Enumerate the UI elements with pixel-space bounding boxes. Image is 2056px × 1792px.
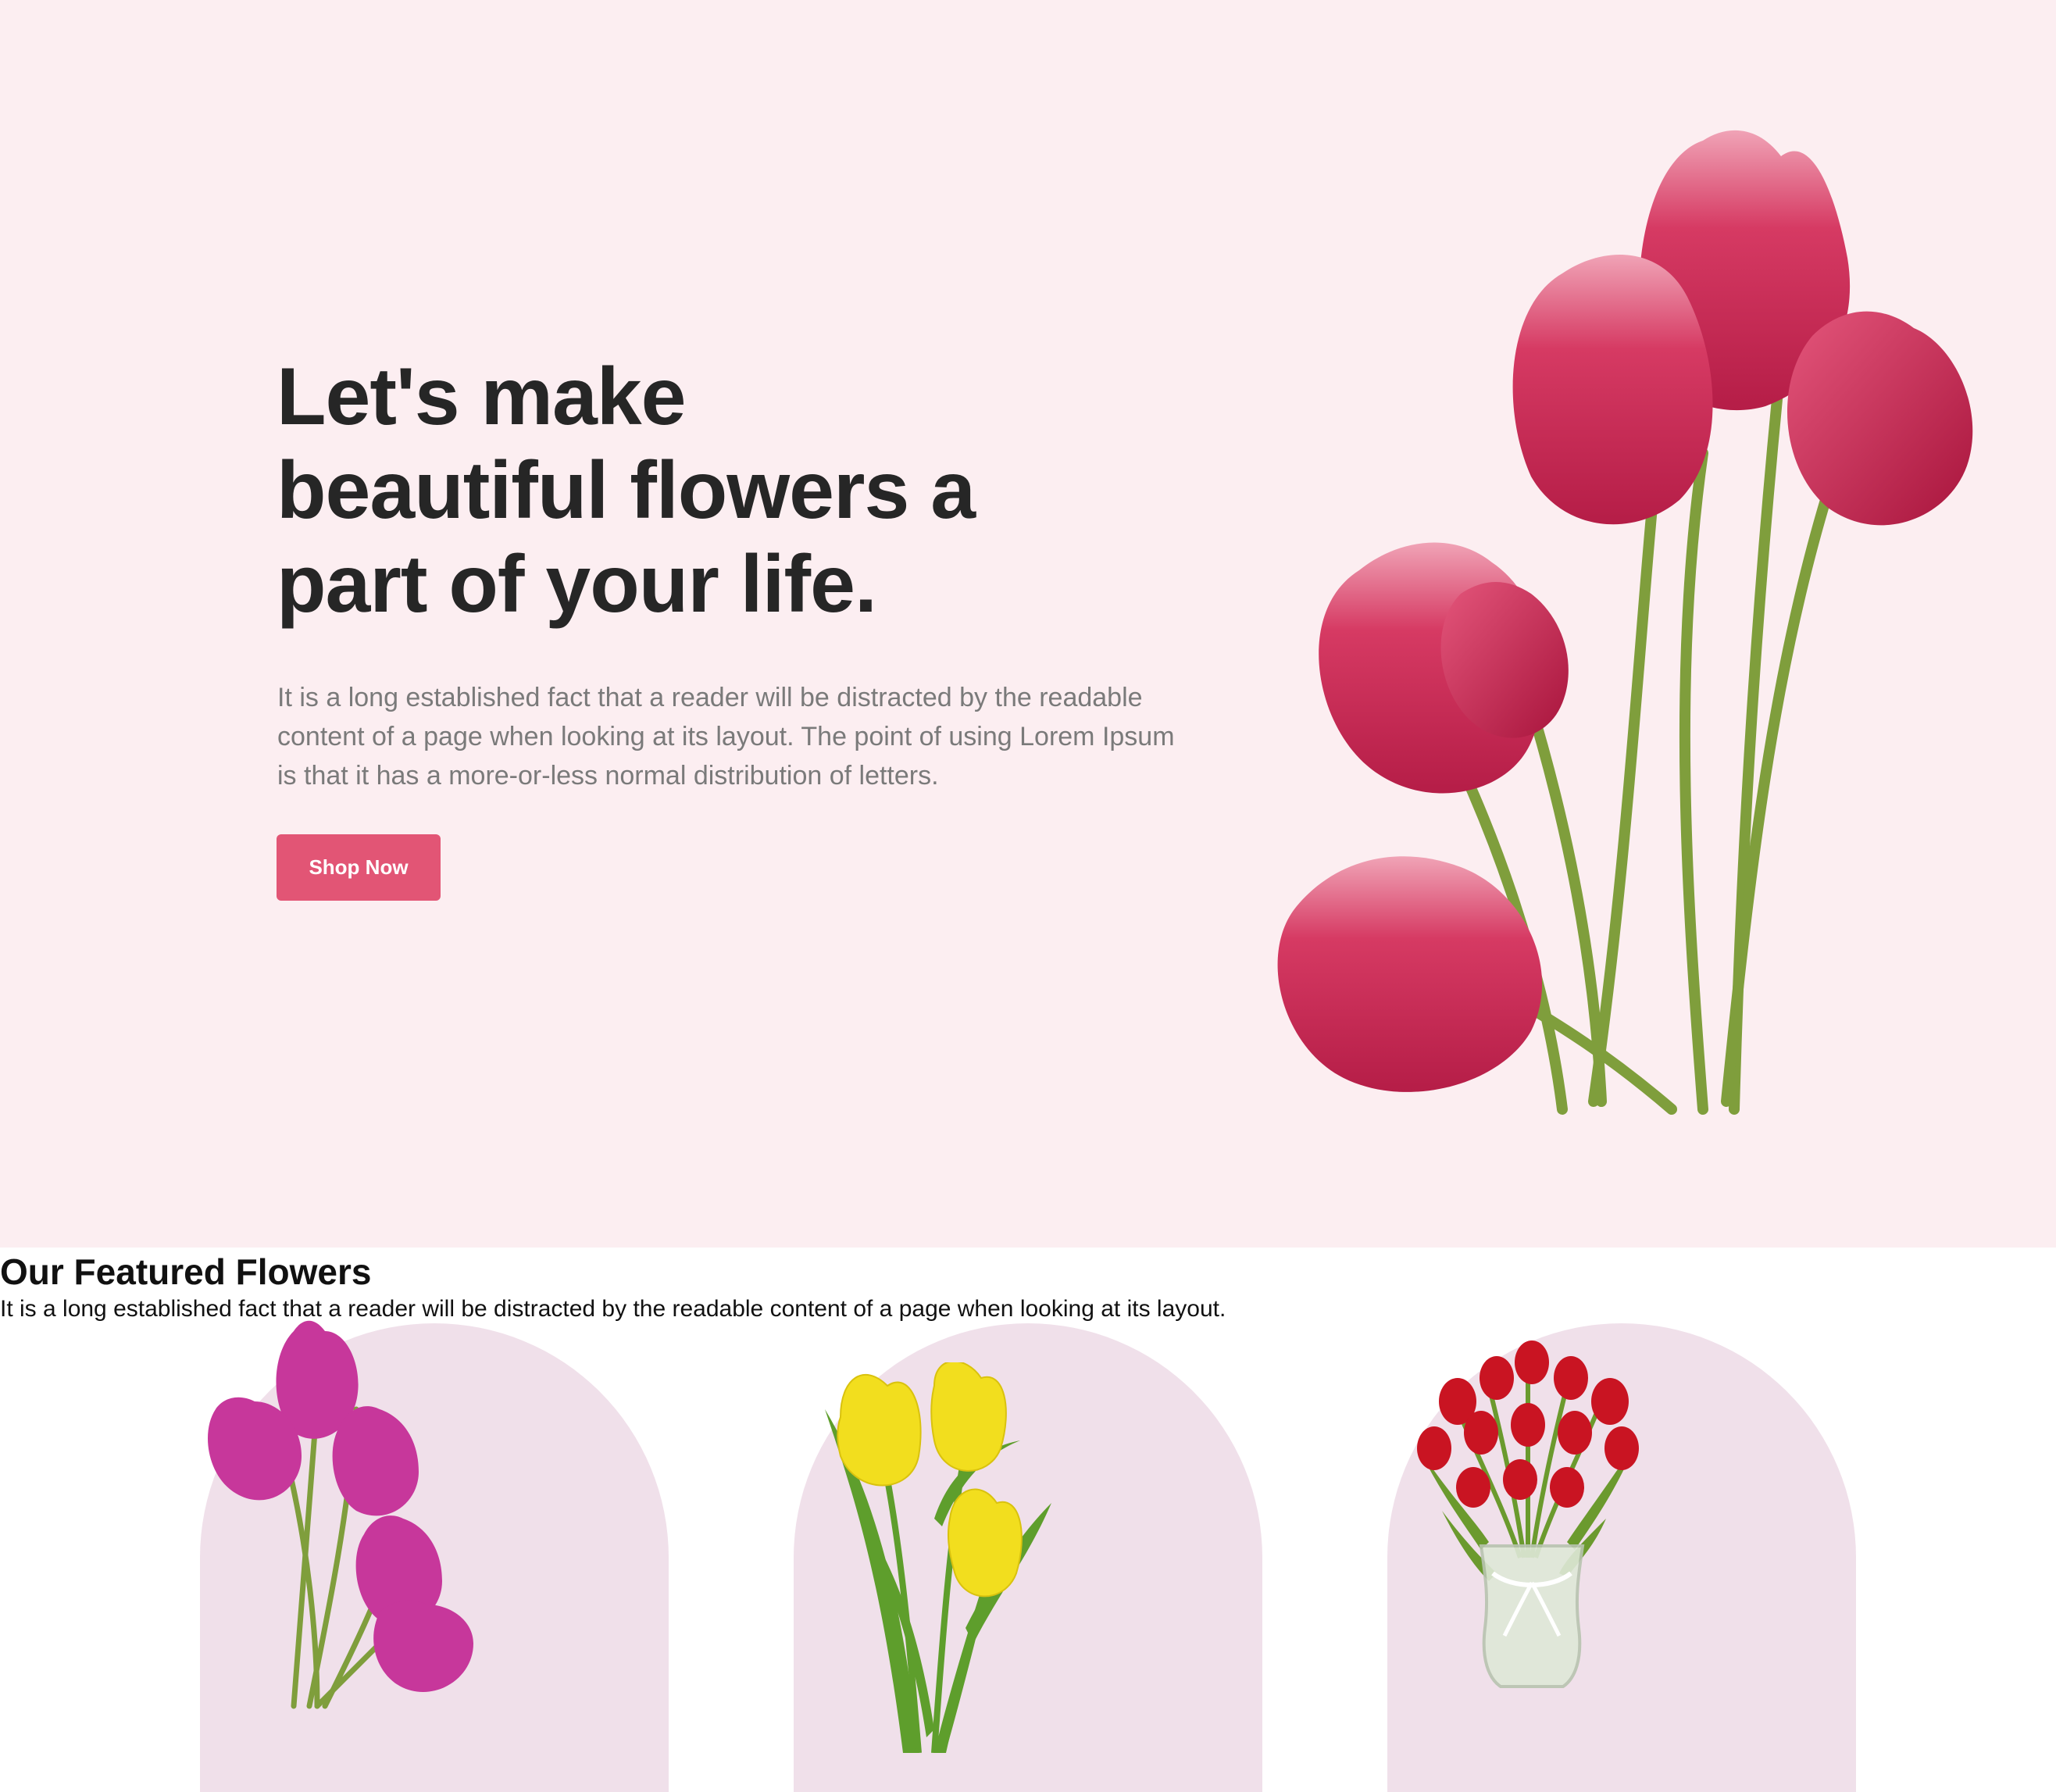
shop-now-button[interactable]: Shop Now bbox=[277, 834, 441, 901]
featured-title: Our Featured Flowers bbox=[0, 1251, 372, 1292]
pink-tulips-bouquet-icon bbox=[208, 1320, 473, 1709]
tulip-bouquet-icon bbox=[1277, 130, 1973, 1115]
featured-card-3[interactable] bbox=[1387, 1323, 1856, 1792]
hero-title: Let's make beautiful flowers a part of y… bbox=[277, 352, 976, 630]
red-tulips-vase-icon bbox=[1417, 1340, 1639, 1688]
hero-section: Let's make beautiful flowers a part of y… bbox=[0, 0, 2056, 1248]
yellow-tulips-icon bbox=[825, 1362, 1051, 1753]
featured-card-1[interactable] bbox=[200, 1320, 669, 1792]
featured-subtitle: It is a long established fact that a rea… bbox=[0, 1296, 1226, 1322]
hero-description: It is a long established fact that a rea… bbox=[277, 683, 1175, 791]
featured-card-2[interactable] bbox=[794, 1323, 1262, 1792]
